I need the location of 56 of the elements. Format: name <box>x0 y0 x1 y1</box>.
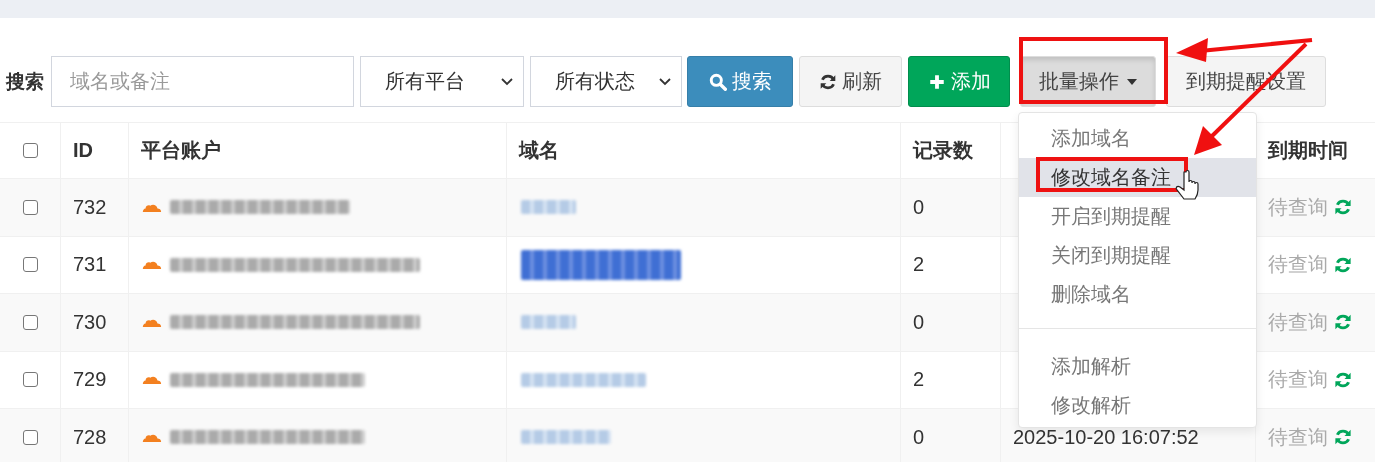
record-count: 2 <box>913 368 925 392</box>
menu-item[interactable]: 关闭到期提醒 <box>1019 236 1256 275</box>
hand-cursor-icon <box>1175 169 1199 200</box>
id-cell: 731 <box>73 253 107 277</box>
search-button[interactable]: 搜索 <box>687 56 793 107</box>
expiry-status: 待查询 <box>1268 424 1328 450</box>
expiry-status: 待查询 <box>1268 309 1328 335</box>
menu-item[interactable]: 添加域名 <box>1019 119 1256 158</box>
batch-dropdown-button[interactable]: 批量操作 <box>1020 56 1156 107</box>
column-header: ID <box>73 139 93 162</box>
caret-icon <box>1127 78 1137 85</box>
platform-select[interactable]: 所有平台 <box>360 56 524 107</box>
record-count: 0 <box>913 310 925 334</box>
refresh-icon[interactable] <box>1334 428 1352 447</box>
expiry-status: 待查询 <box>1268 252 1328 278</box>
menu-item[interactable]: 修改解析 <box>1019 386 1256 425</box>
select-all-checkbox[interactable] <box>23 143 38 158</box>
search-icon <box>708 72 727 91</box>
record-count: 0 <box>913 425 925 449</box>
row-checkbox[interactable] <box>23 257 38 273</box>
column-header: 记录数 <box>913 138 973 163</box>
cloud-icon <box>141 374 163 386</box>
id-cell: 729 <box>73 368 107 392</box>
plus-icon <box>927 72 946 91</box>
refresh-button[interactable]: 刷新 <box>799 56 902 107</box>
status-select[interactable]: 所有状态 <box>530 56 682 107</box>
date-cell: 2025-10-20 16:07:52 <box>1013 425 1199 449</box>
column-header: 域名 <box>519 138 559 163</box>
record-count: 0 <box>913 195 925 219</box>
refresh-icon <box>819 72 837 91</box>
search-field[interactable]: 域名或备注 <box>51 56 354 107</box>
blurred-domain-link[interactable] <box>521 249 681 280</box>
row-checkbox[interactable] <box>23 429 38 445</box>
chevron-down-icon <box>659 77 671 86</box>
row-checkbox[interactable] <box>23 372 38 388</box>
column-header: 平台账户 <box>141 138 221 163</box>
chevron-down-icon <box>501 77 513 86</box>
record-count: 2 <box>913 253 925 277</box>
id-cell: 730 <box>73 310 107 334</box>
refresh-icon[interactable] <box>1334 370 1352 389</box>
column-header: 到期时间 <box>1268 138 1348 163</box>
cloud-icon <box>141 259 163 271</box>
refresh-icon[interactable] <box>1334 313 1352 332</box>
add-button[interactable]: 添加 <box>908 56 1010 107</box>
id-cell: 728 <box>73 425 107 449</box>
refresh-icon[interactable] <box>1334 198 1352 217</box>
expiry-status: 待查询 <box>1268 367 1328 393</box>
menu-item[interactable]: 删除域名 <box>1019 275 1256 314</box>
row-checkbox[interactable] <box>23 314 38 330</box>
menu-item[interactable]: 添加解析 <box>1019 347 1256 386</box>
menu-item[interactable]: 开启到期提醒 <box>1019 197 1256 236</box>
row-checkbox[interactable] <box>23 199 38 215</box>
id-cell: 732 <box>73 195 107 219</box>
refresh-icon[interactable] <box>1334 255 1352 274</box>
expiry-status: 待查询 <box>1268 194 1328 220</box>
search-label: 搜索 <box>6 69 44 94</box>
